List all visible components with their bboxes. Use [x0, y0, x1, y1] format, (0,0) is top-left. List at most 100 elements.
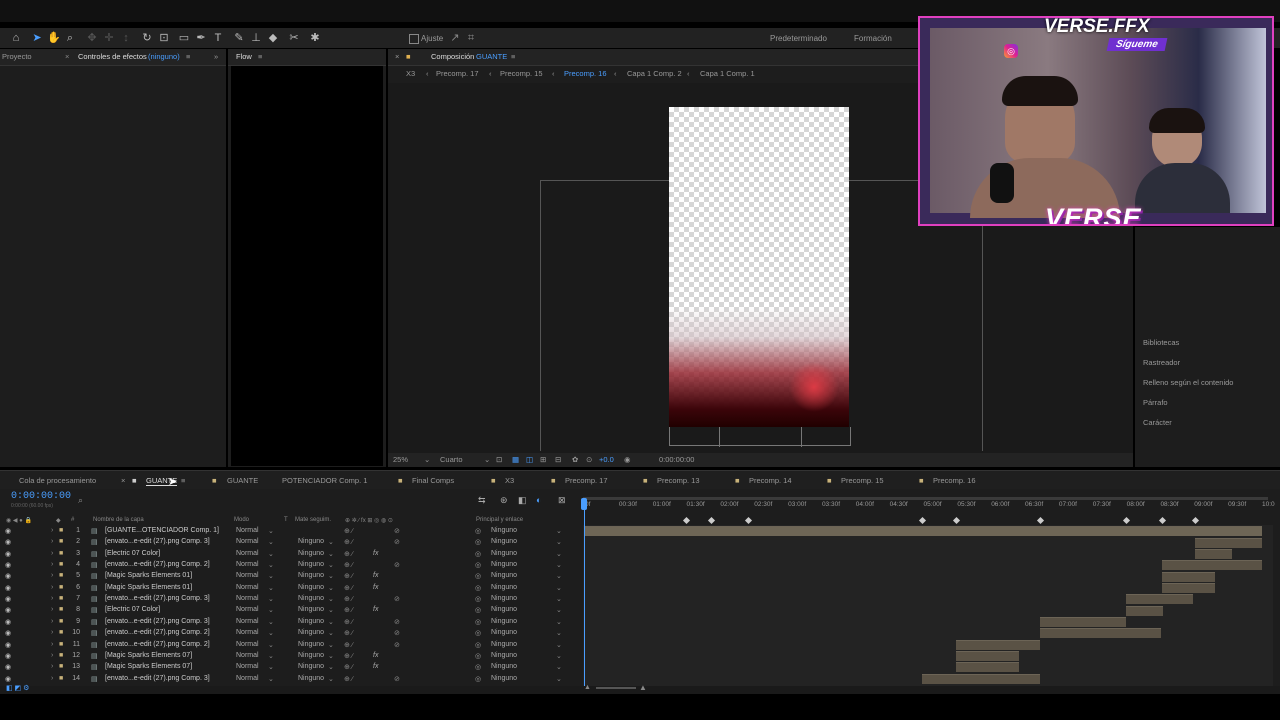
layer-row[interactable]: ◉ › ■ 2 ▤ [envato...e-edit (27).png Comp. 3] N… [0, 537, 1280, 548]
matte-dropdown-icon[interactable]: ⌄ [328, 606, 334, 614]
layer-matte[interactable]: Ninguno [298, 641, 324, 648]
switch-shy-icon[interactable]: ⊕ ∕ [344, 595, 353, 603]
matte-dropdown-icon[interactable]: ⌄ [328, 595, 334, 603]
switch-shy-icon[interactable]: ⊕ ∕ [344, 641, 353, 649]
mode-dropdown-icon[interactable]: ⌄ [268, 538, 274, 546]
layer-parent[interactable]: Ninguno [491, 663, 517, 670]
layer-row[interactable]: ◉ › ■ 12 ▤ [Magic Sparks Elements 07] Normal ⌄ N… [0, 651, 1280, 662]
brush-tool-icon[interactable]: ✎ [232, 31, 246, 45]
zoom-select[interactable]: 25% [393, 455, 408, 464]
mode-dropdown-icon[interactable]: ⌄ [268, 663, 274, 671]
layer-parent[interactable]: Ninguno [491, 652, 517, 659]
layer-bar-8[interactable] [1126, 606, 1163, 616]
layer-bar-10[interactable] [1040, 628, 1161, 638]
layer-name[interactable]: [envato...e-edit (27).png Comp. 3] [105, 538, 210, 545]
layer-mode[interactable]: Normal [236, 538, 259, 545]
parent-dropdown-icon[interactable]: ⌄ [556, 641, 562, 649]
parent-dropdown-icon[interactable]: ⌄ [556, 538, 562, 546]
parent-dropdown-icon[interactable]: ⌄ [556, 606, 562, 614]
expand-chevron-icon[interactable]: › [51, 572, 53, 579]
layer-name[interactable]: [Magic Sparks Elements 01] [105, 572, 192, 579]
parent-dropdown-icon[interactable]: ⌄ [556, 572, 562, 580]
label-color-icon[interactable]: ■ [59, 561, 63, 568]
layer-bar-7[interactable] [1126, 594, 1193, 604]
tab-precomp17[interactable]: Precomp. 17 [565, 476, 608, 485]
rotate-tool-icon[interactable]: ↻ [140, 31, 154, 45]
workspace-predeterminado[interactable]: Predeterminado [770, 34, 827, 43]
tab-final-comps[interactable]: Final Comps [412, 476, 454, 485]
layer-bar-1[interactable] [585, 526, 1262, 536]
switch-shy-icon[interactable]: ⊕ ∕ [344, 629, 353, 637]
layer-parent[interactable]: Ninguno [491, 641, 517, 648]
layer-name[interactable]: [Magic Sparks Elements 01] [105, 584, 192, 591]
expand-chevron-icon[interactable]: › [51, 538, 53, 545]
col-mode[interactable]: Modo [234, 517, 249, 523]
layer-parent[interactable]: Ninguno [491, 572, 517, 579]
col-parent[interactable]: Principal y enlace [476, 517, 523, 523]
layer-bar-13[interactable] [956, 662, 1019, 672]
comp-menu-icon[interactable]: ≡ [511, 52, 515, 61]
layer-bar-9[interactable] [1040, 617, 1126, 627]
comp-name[interactable]: GUANTE [476, 52, 507, 61]
fx-icon[interactable]: fx [373, 584, 378, 591]
label-color-icon[interactable]: ■ [59, 584, 63, 591]
pan-tool-icon[interactable]: ✛ [102, 31, 116, 45]
label-color-icon[interactable]: ■ [59, 538, 63, 545]
layer-mode[interactable]: Normal [236, 527, 259, 534]
switch-shy-icon[interactable]: ⊕ ∕ [344, 538, 353, 546]
matte-dropdown-icon[interactable]: ⌄ [328, 538, 334, 546]
eye-icon[interactable]: ◉ [5, 652, 11, 660]
matte-dropdown-icon[interactable]: ⌄ [328, 663, 334, 671]
comp-flowchart-icon[interactable]: ⇆ [478, 495, 486, 506]
expand-chevron-icon[interactable]: › [51, 595, 53, 602]
pickwhip-icon[interactable]: ◎ [475, 675, 481, 683]
motion-blur-switch-icon[interactable]: ⊘ [394, 527, 400, 535]
pickwhip-icon[interactable]: ◎ [475, 561, 481, 569]
roto-brush-icon[interactable]: ✂ [287, 31, 301, 45]
pickwhip-icon[interactable]: ◎ [475, 618, 481, 626]
tab-close-icon[interactable]: × [121, 476, 125, 485]
col-matte[interactable]: Mate seguim. [295, 517, 331, 523]
label-color-icon[interactable]: ■ [59, 527, 63, 534]
mask-view-icon[interactable]: ◫ [526, 455, 533, 464]
eye-icon[interactable]: ◉ [5, 675, 11, 683]
comp-timecode[interactable]: 0:00:00:00 [659, 455, 694, 464]
layer-row[interactable]: ◉ › ■ 3 ▤ [Electric 07 Color] Normal ⌄ Ninguno ⊕ … [0, 549, 1280, 560]
expand-chevron-icon[interactable]: › [51, 629, 53, 636]
pen-tool-icon[interactable]: ✒ [194, 31, 208, 45]
pickwhip-icon[interactable]: ◎ [475, 641, 481, 649]
layer-matte[interactable]: Ninguno [298, 663, 324, 670]
motion-blur-switch-icon[interactable]: ⊘ [394, 641, 400, 649]
menu-icon[interactable]: ≡ [186, 52, 190, 61]
layer-bar-11[interactable] [956, 640, 1040, 650]
mode-dropdown-icon[interactable]: ⌄ [268, 629, 274, 637]
expand-chevron-icon[interactable]: › [51, 606, 53, 613]
layer-row[interactable]: ◉ › ■ 7 ▤ [envato...e-edit (27).png Comp. 3] N… [0, 594, 1280, 605]
layer-parent[interactable]: Ninguno [491, 675, 517, 682]
flow-title[interactable]: Flow [236, 52, 252, 61]
motion-blur-switch-icon[interactable]: ⊘ [394, 538, 400, 546]
shy-layers-icon[interactable]: ◧ [518, 495, 527, 506]
mode-dropdown-icon[interactable]: ⌄ [268, 527, 274, 535]
layer-name[interactable]: [envato...e-edit (27).png Comp. 3] [105, 675, 210, 682]
fit-icon[interactable]: ⊡ [496, 455, 502, 464]
exposure-value[interactable]: +0.0 [599, 455, 614, 464]
label-color-icon[interactable]: ■ [59, 663, 63, 670]
guides-icon[interactable]: ⊞ [540, 455, 546, 464]
layer-row[interactable]: ◉ › ■ 5 ▤ [Magic Sparks Elements 01] Normal ⌄ Ni… [0, 571, 1280, 582]
layer-parent[interactable]: Ninguno [491, 618, 517, 625]
text-tool-icon[interactable]: T [211, 31, 225, 45]
matte-dropdown-icon[interactable]: ⌄ [328, 550, 334, 558]
tab-precomp15[interactable]: Precomp. 15 [841, 476, 884, 485]
layer-mode[interactable]: Normal [236, 629, 259, 636]
switch-shy-icon[interactable]: ⊕ ∕ [344, 584, 353, 592]
layer-parent[interactable]: Ninguno [491, 527, 517, 534]
layer-parent[interactable]: Ninguno [491, 629, 517, 636]
panel-bibliotecas[interactable]: Bibliotecas [1143, 338, 1179, 347]
footer-toggle-icons[interactable]: ◧ ◩ ⚙ [6, 684, 29, 692]
motion-blur-switch-icon[interactable]: ⊘ [394, 629, 400, 637]
layer-name[interactable]: [Magic Sparks Elements 07] [105, 663, 192, 670]
fx-icon[interactable]: fx [373, 606, 378, 613]
matte-dropdown-icon[interactable]: ⌄ [328, 629, 334, 637]
label-color-icon[interactable]: ■ [59, 595, 63, 602]
